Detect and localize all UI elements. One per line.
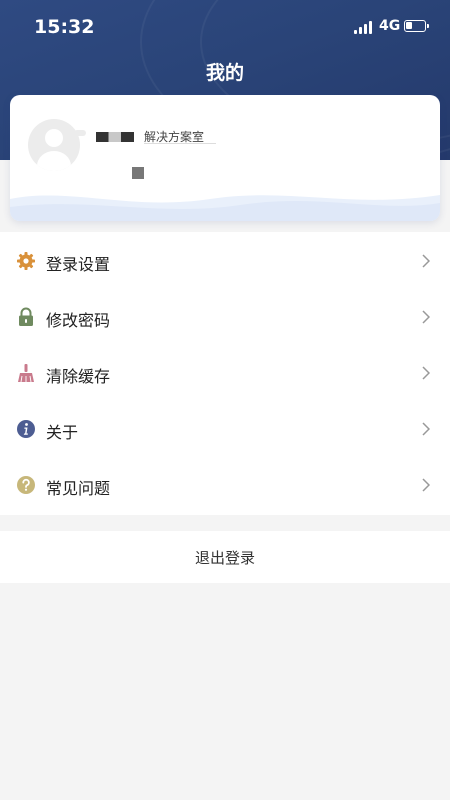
chevron-right-icon <box>422 422 430 436</box>
battery-icon <box>404 20 429 32</box>
menu-item-label: 关于 <box>46 423 79 442</box>
broom-icon <box>18 364 34 383</box>
menu-item-label: 修改密码 <box>46 311 111 330</box>
signal-icon <box>354 21 374 34</box>
profile-card[interactable]: 解决方案室 <box>10 95 440 221</box>
network-type: 4G <box>379 18 401 34</box>
menu-item-label: 常见问题 <box>46 479 111 498</box>
chevron-right-icon <box>422 310 430 324</box>
menu-item-login-settings[interactable]: 登录设置 <box>0 234 450 290</box>
menu-item-label: 清除缓存 <box>46 367 111 386</box>
chevron-right-icon <box>422 254 430 268</box>
menu-item-about[interactable]: 关于 <box>0 402 450 458</box>
status-time: 15:32 <box>34 16 95 38</box>
avatar[interactable] <box>28 119 80 171</box>
user-name-redacted <box>96 132 134 142</box>
chevron-right-icon <box>422 366 430 380</box>
chevron-right-icon <box>422 478 430 492</box>
gear-icon <box>17 252 35 270</box>
page-title: 我的 <box>205 62 244 84</box>
info-icon <box>17 420 35 438</box>
menu-item-faq[interactable]: 常见问题 <box>0 458 450 514</box>
menu-item-change-password[interactable]: 修改密码 <box>0 290 450 346</box>
menu-item-label: 登录设置 <box>46 255 111 274</box>
status-bar: 15:32 4G <box>0 0 450 54</box>
settings-menu: 登录设置 修改密码 清除缓存 关于 常见问题 <box>0 232 450 515</box>
menu-item-clear-cache[interactable]: 清除缓存 <box>0 346 450 402</box>
card-wave-decoration <box>10 195 440 221</box>
lock-icon <box>19 307 33 326</box>
question-icon <box>17 476 35 494</box>
logout-label: 退出登录 <box>194 549 255 567</box>
logout-button[interactable]: 退出登录 <box>0 531 450 583</box>
user-id-redacted <box>132 167 144 179</box>
